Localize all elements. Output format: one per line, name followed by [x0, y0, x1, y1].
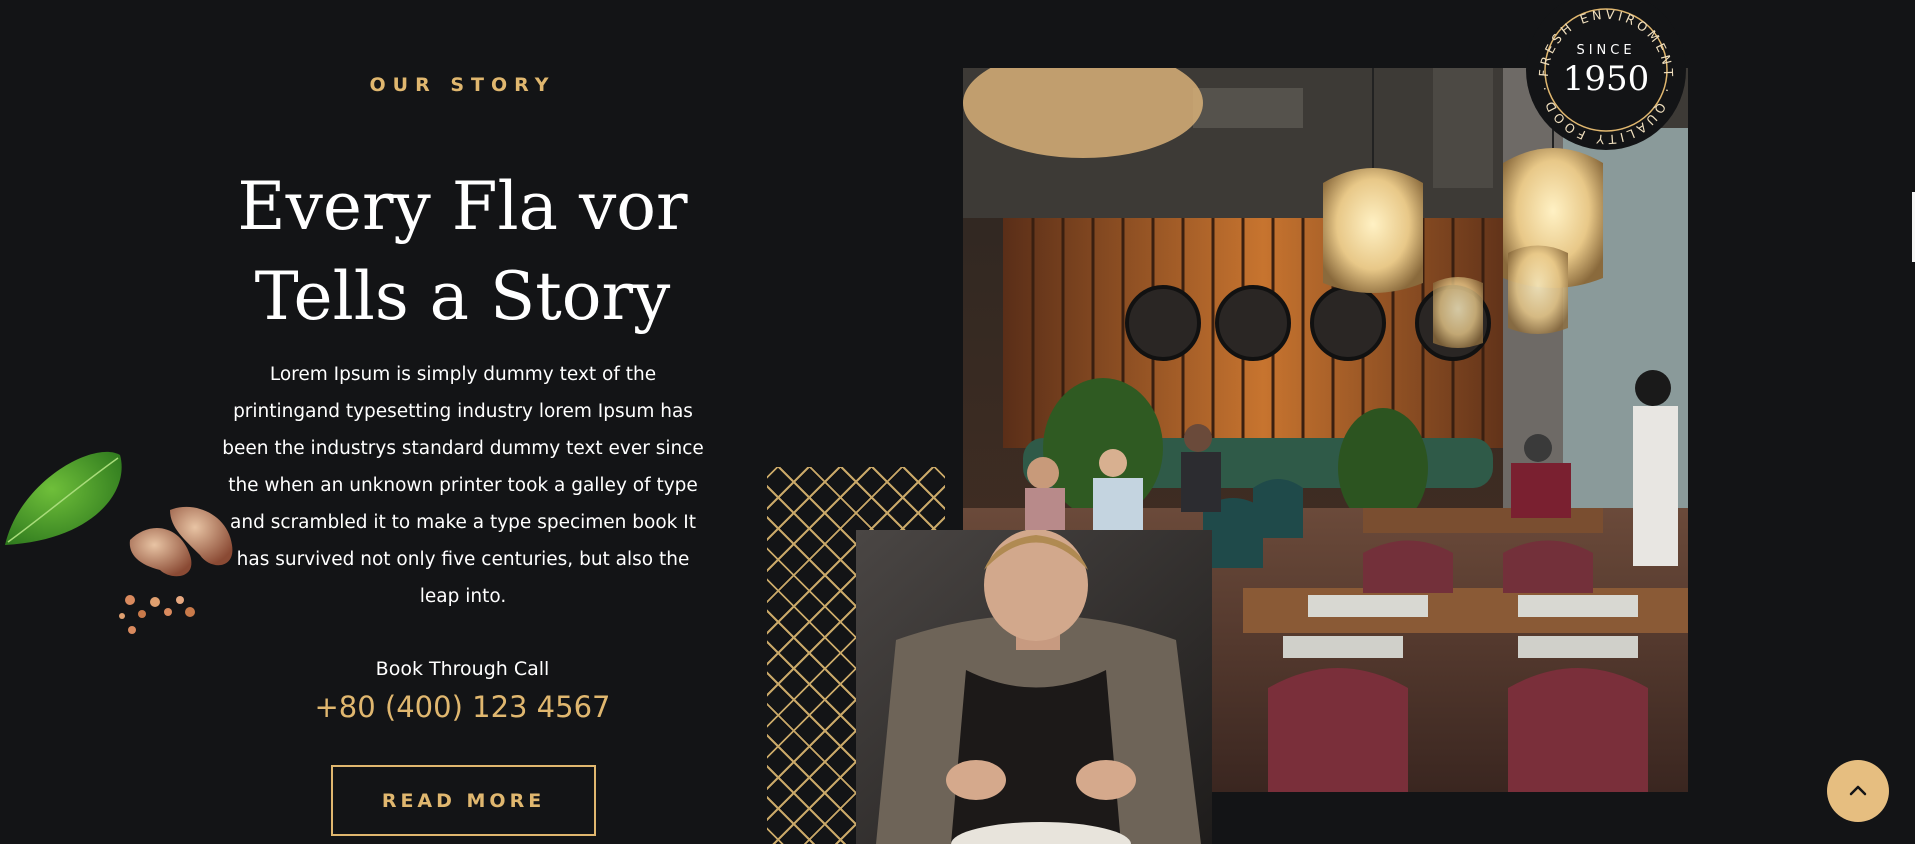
headline-line-1: Every Fla vor [237, 168, 688, 245]
badge-since-label: SINCE [1576, 43, 1635, 58]
call-label: Book Through Call [375, 658, 550, 680]
scroll-to-top-button[interactable] [1827, 760, 1889, 822]
section-headline: Every Fla vor Tells a Story [200, 162, 725, 342]
chevron-up-icon [1849, 785, 1867, 796]
herbs-decoration [0, 430, 240, 650]
since-badge: FRESH ENVIROMENT · QUALITY FOOD · SINCE … [1520, 0, 1692, 150]
story-paragraph: Lorem Ipsum is simply dummy text of the … [222, 364, 704, 607]
phone-link[interactable]: +80 (400) 123 4567 [230, 690, 695, 724]
badge-year: 1950 [1563, 59, 1650, 99]
headline-line-2: Tells a Story [254, 258, 671, 335]
eyebrow-label: OUR STORY [369, 74, 556, 96]
chef-plating-photo [856, 530, 1212, 844]
read-more-button[interactable]: READ MORE [331, 765, 596, 836]
